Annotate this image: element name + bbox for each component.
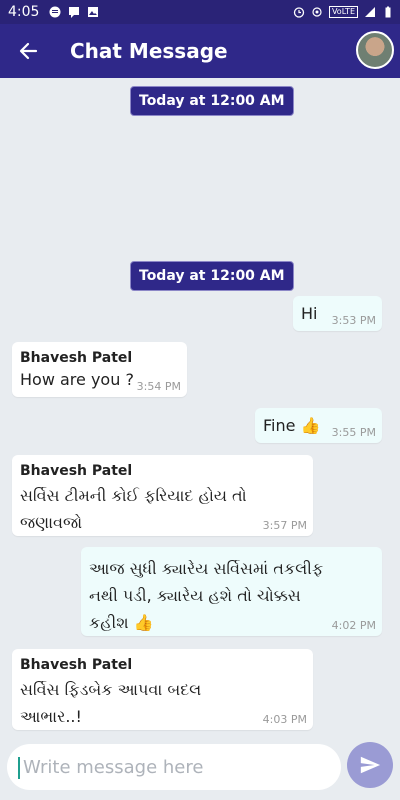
app-bar: Chat Message	[0, 24, 400, 78]
chat-notification-icon	[49, 6, 61, 18]
message-bubble-incoming[interactable]: Bhavesh Patel How are you ? 3:54 PM	[12, 342, 187, 397]
message-time: 3:57 PM	[262, 519, 307, 532]
image-notification-icon	[88, 7, 99, 17]
hotspot-icon	[312, 7, 322, 17]
message-bubble-outgoing[interactable]: Hi 3:53 PM	[293, 296, 382, 331]
message-time: 3:53 PM	[331, 314, 376, 327]
message-bubble-incoming[interactable]: Bhavesh Patel સર્વિસ ફિડબેક આપવા બદલ આભા…	[12, 649, 313, 730]
message-text-line: સર્વિસ ટીમની કોઈ ફરિયાદ હોય તો	[20, 486, 247, 505]
sender-name: Bhavesh Patel	[20, 657, 133, 673]
message-time: 3:55 PM	[331, 426, 376, 439]
chat-list[interactable]: Today at 12:00 AM Today at 12:00 AM Hi 3…	[0, 78, 400, 738]
message-input[interactable]	[7, 744, 341, 790]
back-button[interactable]	[0, 24, 56, 78]
message-time: 4:02 PM	[331, 619, 376, 632]
message-notification-icon	[69, 7, 80, 18]
date-pill: Today at 12:00 AM	[130, 86, 294, 116]
send-button[interactable]	[347, 742, 393, 788]
message-time: 3:54 PM	[136, 380, 181, 393]
message-text-line: સર્વિસ ફિડબેક આપવા બદલ	[20, 680, 202, 699]
signal-icon	[365, 7, 375, 17]
message-text-line: આજ સુધી ક્યારેય સર્વિસમાં તકલીફ	[89, 559, 324, 578]
message-bubble-incoming[interactable]: Bhavesh Patel સર્વિસ ટીમની કોઈ ફરિયાદ હો…	[12, 455, 313, 536]
battery-icon	[385, 6, 391, 18]
sender-name: Bhavesh Patel	[20, 350, 133, 366]
message-composer	[0, 738, 400, 800]
message-bubble-outgoing[interactable]: Fine 👍 3:55 PM	[255, 408, 382, 443]
text-caret	[18, 757, 20, 779]
alarm-icon	[293, 7, 305, 18]
status-time: 4:05	[8, 4, 40, 20]
sender-name: Bhavesh Patel	[20, 463, 133, 479]
message-text-line: નથી પડી, ક્યારેય હશે તો ચોક્કસ	[89, 586, 301, 605]
status-bar: 4:05 VoLTE	[0, 0, 400, 24]
arrow-back-icon	[19, 42, 38, 60]
page-title: Chat Message	[70, 39, 228, 63]
avatar[interactable]	[356, 31, 394, 69]
volte-badge: VoLTE	[328, 6, 358, 18]
send-icon	[360, 756, 381, 774]
message-bubble-outgoing[interactable]: આજ સુધી ક્યારેય સર્વિસમાં તકલીફ નથી પડી,…	[81, 547, 382, 636]
date-pill: Today at 12:00 AM	[130, 261, 294, 291]
message-time: 4:03 PM	[262, 713, 307, 726]
